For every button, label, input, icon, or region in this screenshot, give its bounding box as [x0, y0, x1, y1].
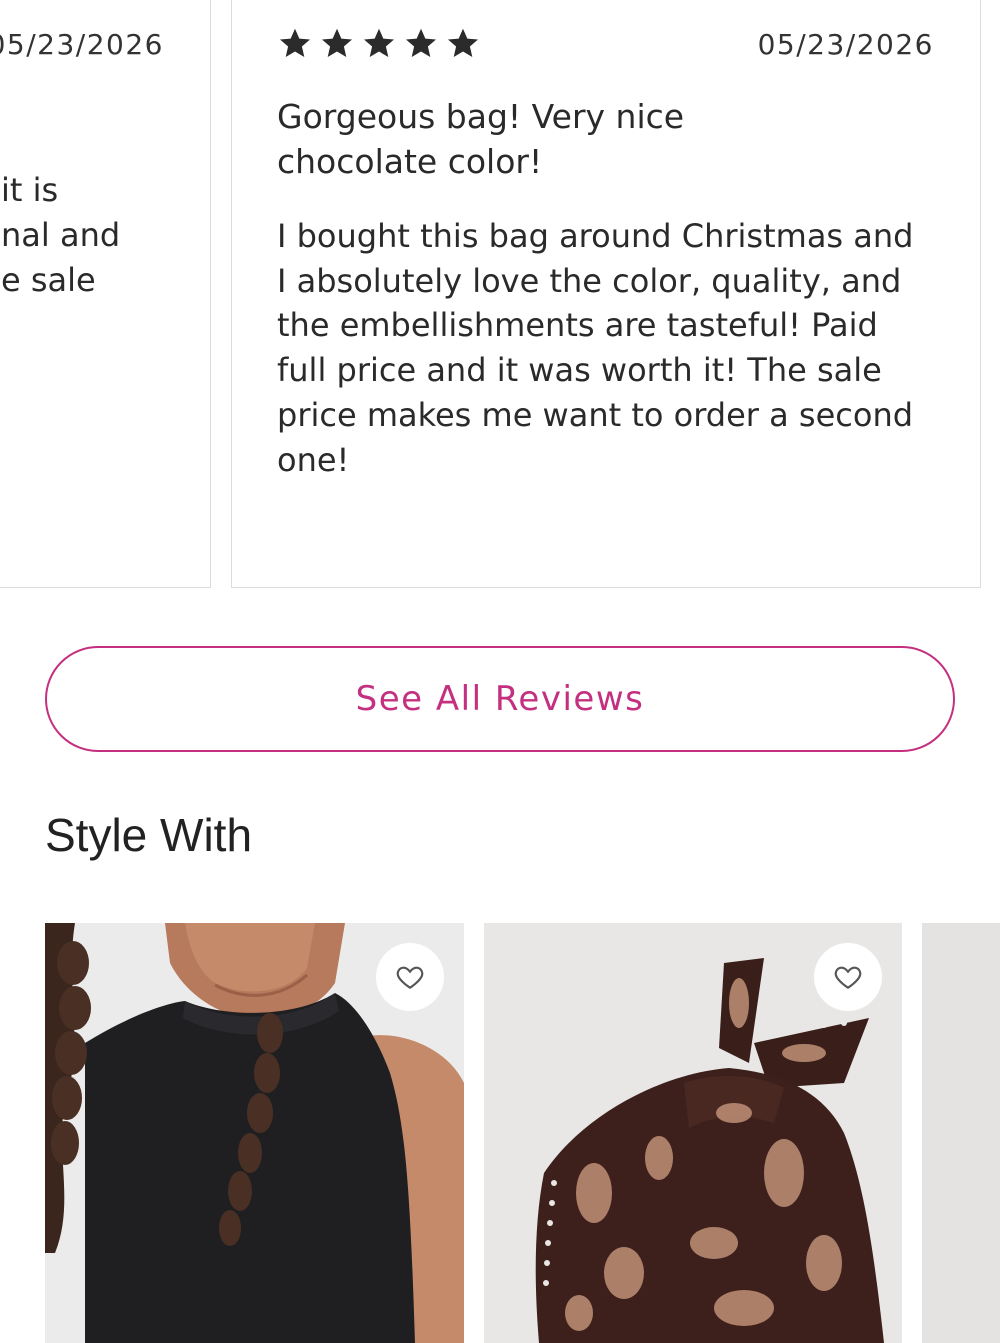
star-icon	[280, 28, 310, 58]
see-all-reviews-button[interactable]: See All Reviews	[45, 646, 955, 752]
review-body: I bought this bag around Christmas and I…	[277, 217, 914, 479]
favorite-button[interactable]	[814, 943, 882, 1011]
review-card: 05/23/2026 Gorgeous bag! Very nice choco…	[231, 0, 981, 588]
star-icon	[322, 28, 352, 58]
review-body-line: nal and	[1, 216, 121, 254]
product-card[interactable]	[484, 923, 902, 1343]
review-date: 05/23/2026	[757, 28, 934, 61]
review-body-line: it is	[1, 171, 59, 209]
product-image	[922, 923, 1000, 1343]
review-body-line: e sale	[1, 261, 96, 299]
review-card: 05/23/2026 it is nal and e sale	[0, 0, 211, 588]
product-card[interactable]	[922, 923, 1000, 1343]
star-rating	[277, 26, 481, 62]
heart-icon	[396, 966, 424, 989]
section-title: Style With	[45, 809, 253, 861]
review-title: Gorgeous bag! Very nice chocolate color!	[277, 97, 685, 181]
star-icon	[364, 28, 394, 58]
star-icon	[406, 28, 436, 58]
review-date: 05/23/2026	[0, 28, 164, 61]
favorite-button[interactable]	[376, 943, 444, 1011]
star-icon	[448, 28, 478, 58]
review-body: it is nal and e sale	[1, 168, 201, 303]
heart-icon	[834, 966, 862, 989]
product-card[interactable]	[45, 923, 464, 1343]
